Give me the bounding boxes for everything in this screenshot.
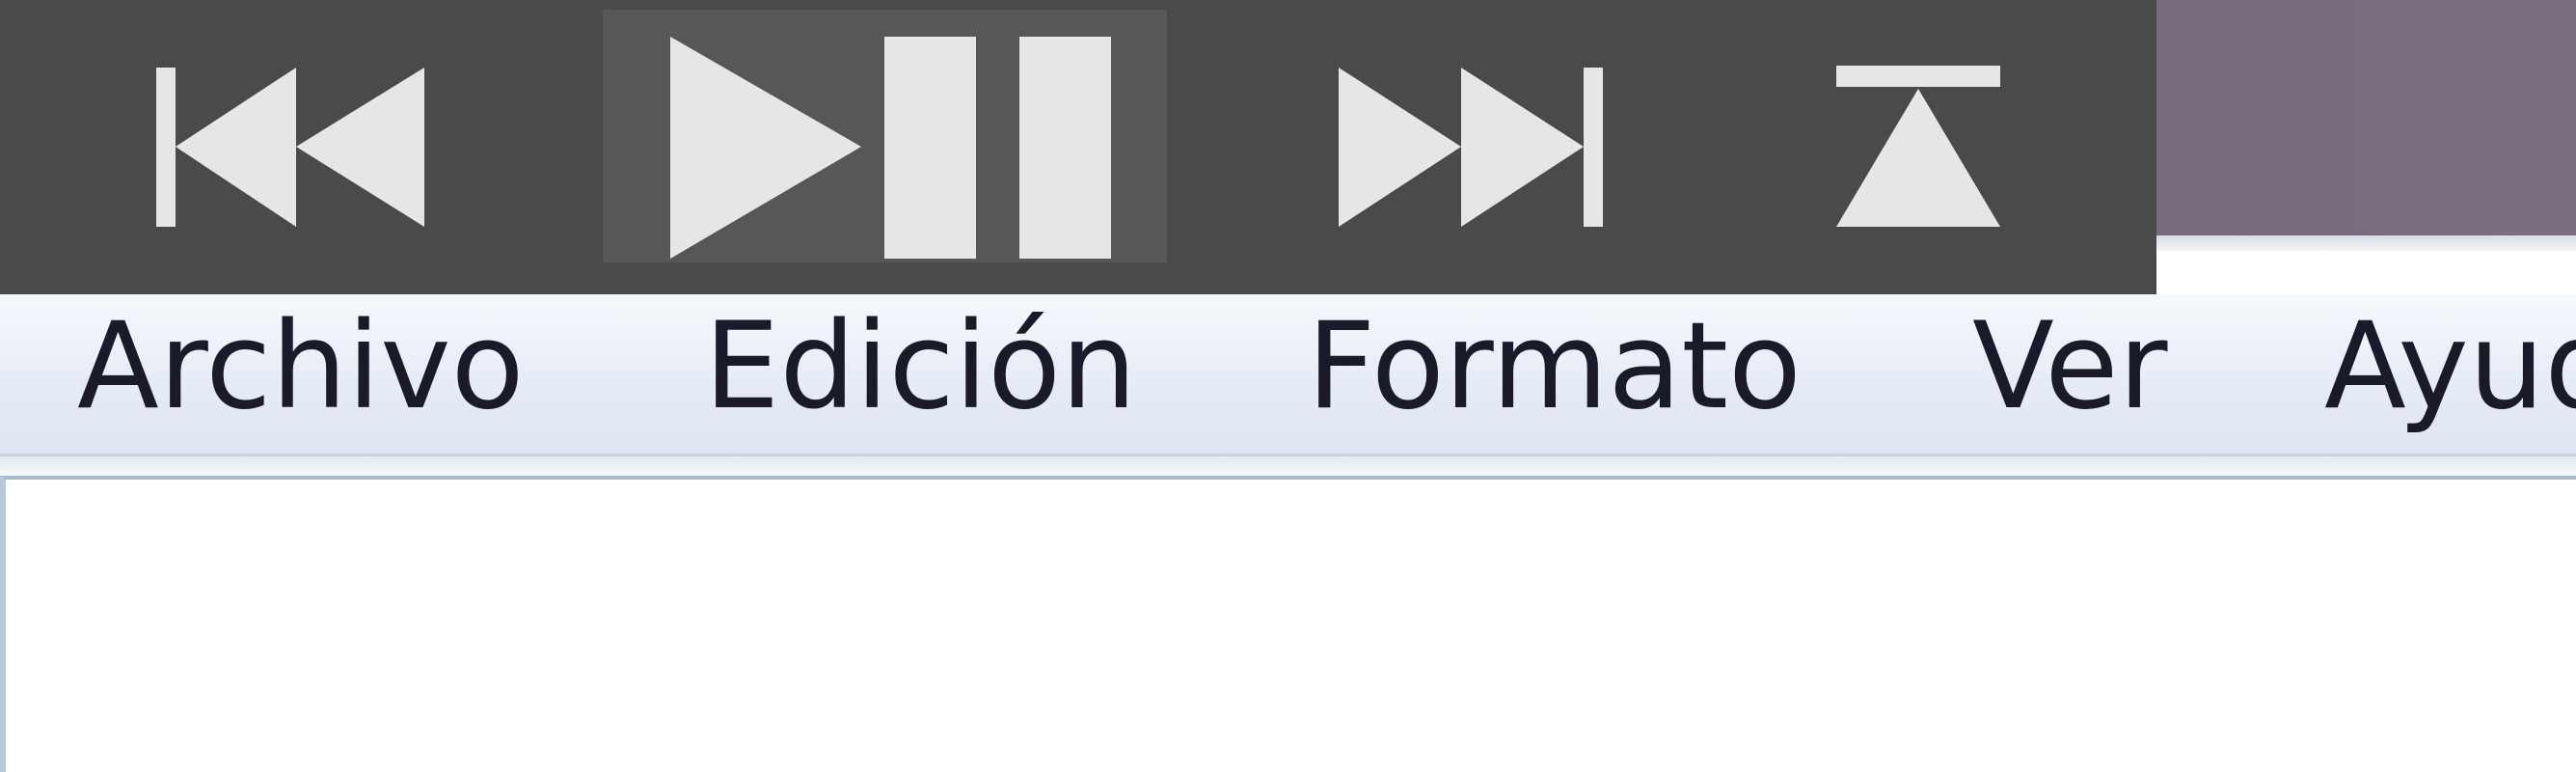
previous-track-button[interactable] bbox=[135, 0, 463, 280]
play-pause-button[interactable] bbox=[603, 10, 1167, 262]
skip-previous-icon bbox=[135, 0, 463, 280]
menu-bar: Archivo Edición Formato Ver Ayuda bbox=[0, 294, 2576, 456]
menu-ver[interactable]: Ver bbox=[1972, 294, 2167, 449]
play-pause-icon bbox=[603, 10, 1167, 262]
text-editor-area[interactable] bbox=[0, 476, 2576, 772]
eject-icon bbox=[1813, 0, 2045, 280]
skip-next-icon bbox=[1321, 0, 1640, 280]
media-controls-bar bbox=[0, 0, 2156, 294]
menu-formato[interactable]: Formato bbox=[1307, 294, 1802, 449]
menu-ayuda[interactable]: Ayuda bbox=[2324, 294, 2576, 449]
menu-archivo[interactable]: Archivo bbox=[77, 294, 525, 449]
next-track-button[interactable] bbox=[1321, 0, 1640, 280]
eject-button[interactable] bbox=[1813, 0, 2045, 280]
menu-edicion[interactable]: Edición bbox=[704, 294, 1137, 449]
menu-separator bbox=[0, 456, 2576, 476]
